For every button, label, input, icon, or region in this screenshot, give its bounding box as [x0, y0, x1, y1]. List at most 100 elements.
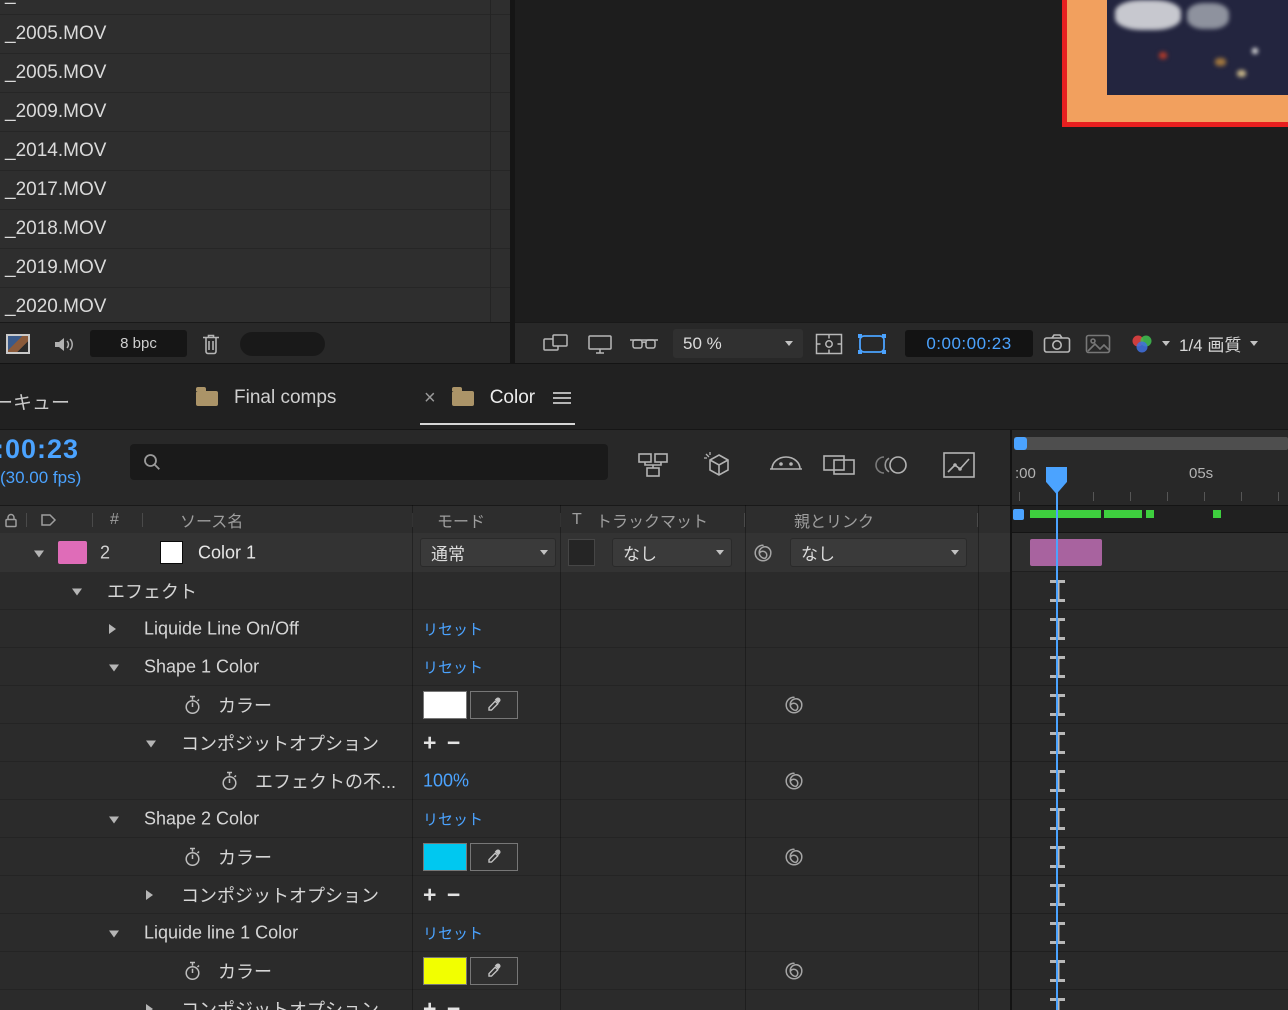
preview-blob: [1115, 0, 1181, 30]
file-row[interactable]: _2018.MOV: [0, 210, 510, 249]
layer-name[interactable]: Color 1: [198, 542, 256, 563]
rendered-frames-segment: [1104, 510, 1142, 518]
twirl-right-icon[interactable]: [146, 890, 153, 900]
rendered-frames-segment: [1146, 510, 1154, 518]
file-row[interactable]: _2019.MOV: [0, 249, 510, 288]
file-name: _2017.MOV: [0, 179, 106, 200]
snapshot-camera-icon[interactable]: [1043, 333, 1071, 355]
preview-image[interactable]: [1062, 0, 1288, 127]
layer-duration-bar[interactable]: [1030, 539, 1102, 566]
twirl-down-icon[interactable]: [146, 740, 156, 747]
blend-mode-dropdown[interactable]: 通常: [420, 538, 556, 567]
twirl-down-icon[interactable]: [109, 816, 119, 823]
stopwatch-icon[interactable]: [183, 960, 202, 981]
zoom-dropdown[interactable]: 50 %: [673, 329, 803, 358]
property-row: エフェクトの不...100%: [0, 762, 1010, 800]
property-label: カラー: [218, 844, 272, 870]
time-navigator[interactable]: [1014, 437, 1288, 450]
column-separator: [26, 513, 27, 527]
file-row[interactable]: _2004.MOV: [0, 0, 510, 15]
file-row[interactable]: _2017.MOV: [0, 171, 510, 210]
search-input[interactable]: [130, 444, 608, 480]
viewer-timecode[interactable]: 0:00:00:23: [905, 330, 1033, 357]
render-bar-strip: [1012, 505, 1288, 533]
trash-icon[interactable]: [200, 331, 222, 356]
stopwatch-icon[interactable]: [183, 694, 202, 715]
parent-dropdown[interactable]: なし: [790, 538, 967, 567]
tab-final-comps[interactable]: Final comps: [196, 378, 336, 418]
color-swatch[interactable]: [423, 843, 467, 871]
ruler-label-5s: 05s: [1189, 465, 1213, 482]
reset-link[interactable]: リセット: [423, 808, 483, 829]
composite-add-remove-buttons[interactable]: + −: [423, 997, 462, 1010]
stopwatch-icon[interactable]: [183, 846, 202, 867]
graph-editor-button[interactable]: [942, 450, 976, 480]
always-preview-icon[interactable]: [543, 334, 569, 354]
file-row[interactable]: _2005.MOV: [0, 54, 510, 93]
pickwhip-icon[interactable]: [783, 770, 805, 792]
track-matte-dropdown[interactable]: なし: [612, 538, 732, 567]
preserve-transparency-box[interactable]: [568, 539, 595, 566]
bpc-button[interactable]: 8 bpc: [90, 330, 187, 357]
frame-blend-button[interactable]: [822, 450, 856, 480]
file-row[interactable]: _2009.MOV: [0, 93, 510, 132]
property-value[interactable]: 100%: [423, 770, 469, 791]
column-separator: [412, 505, 413, 1010]
color-swatch[interactable]: [423, 957, 467, 985]
property-label: コンポジットオプション: [181, 882, 379, 908]
twirl-right-icon[interactable]: [146, 1004, 153, 1010]
tab-color[interactable]: × Color: [424, 378, 571, 418]
composite-add-remove-buttons[interactable]: + −: [423, 731, 462, 754]
motion-blur-button[interactable]: [874, 450, 910, 480]
mask-visibility-icon[interactable]: [857, 333, 887, 355]
tab-render-queue[interactable]: ーキュー: [0, 388, 70, 415]
file-row[interactable]: _2005.MOV: [0, 15, 510, 54]
viewer-toolbar: 50 % 0:00:00:23: [515, 322, 1288, 363]
navigator-start-handle[interactable]: [1014, 437, 1027, 450]
eyedropper-button[interactable]: [470, 691, 518, 719]
twirl-right-icon[interactable]: [109, 624, 116, 634]
layer-label-color[interactable]: [58, 541, 87, 564]
channel-rgb-icon[interactable]: [1127, 332, 1170, 356]
footer-pill[interactable]: [240, 332, 325, 356]
comp-flowchart-button[interactable]: [636, 450, 670, 480]
twirl-down-icon[interactable]: [109, 664, 119, 671]
3d-glasses-icon[interactable]: [629, 334, 659, 354]
color-swatch[interactable]: [423, 691, 467, 719]
pickwhip-icon[interactable]: [783, 846, 805, 868]
column-source-name: ソース名: [180, 508, 243, 532]
composite-add-remove-buttons[interactable]: + −: [423, 883, 462, 906]
twirl-down-icon[interactable]: [34, 550, 44, 557]
show-snapshot-icon[interactable]: [1085, 333, 1111, 355]
file-row[interactable]: _2014.MOV: [0, 132, 510, 171]
draft-3d-button[interactable]: [702, 450, 736, 480]
pickwhip-icon[interactable]: [783, 960, 805, 982]
reset-link[interactable]: リセット: [423, 618, 483, 639]
twirl-down-icon[interactable]: [109, 930, 119, 937]
reset-link[interactable]: リセット: [423, 656, 483, 677]
interpret-footage-icon[interactable]: [52, 333, 78, 355]
primary-viewer-icon[interactable]: [587, 333, 613, 355]
shy-layers-button[interactable]: [768, 450, 804, 480]
stopwatch-icon[interactable]: [220, 770, 239, 791]
layer-row[interactable]: 2 Color 1 通常 なし なし: [0, 533, 1010, 573]
playhead-line[interactable]: [1056, 490, 1058, 1010]
grid-guides-icon[interactable]: [815, 333, 843, 355]
current-time-display[interactable]: :00:23: [0, 434, 79, 465]
property-label: Shape 2 Color: [144, 808, 259, 829]
pickwhip-icon[interactable]: [783, 694, 805, 716]
panel-menu-icon[interactable]: [553, 397, 571, 399]
file-name: _2005.MOV: [0, 62, 106, 83]
eyedropper-button[interactable]: [470, 843, 518, 871]
twirl-down-icon[interactable]: [72, 588, 82, 595]
file-name: _2009.MOV: [0, 101, 106, 122]
eyedropper-button[interactable]: [470, 957, 518, 985]
resolution-dropdown[interactable]: 1/4 画質: [1179, 329, 1258, 358]
column-separator: [92, 513, 93, 527]
parent-pickwhip-icon[interactable]: [752, 542, 774, 564]
close-icon[interactable]: ×: [424, 388, 436, 408]
timeline-header: :00:23 (30.00 fps): [0, 430, 1010, 505]
reset-link[interactable]: リセット: [423, 922, 483, 943]
thumbnail-icon[interactable]: [6, 334, 30, 354]
layer-color-swatch[interactable]: [160, 541, 183, 564]
